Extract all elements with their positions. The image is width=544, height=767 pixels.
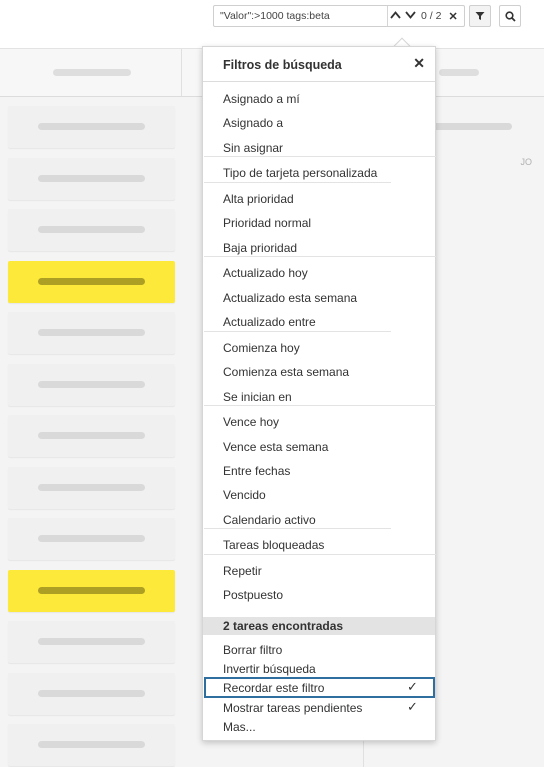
task-card[interactable] [8,724,175,766]
card-title-placeholder [38,586,145,594]
filter-action[interactable]: Mostrar tareas pendientes [223,701,362,715]
task-card[interactable] [8,209,175,251]
filter-action[interactable]: Invertir búsqueda [223,662,316,676]
card-title-placeholder [38,741,145,748]
search-bar: 0 / 2 ✕ [213,5,465,27]
filter-option[interactable]: Entre fechas [223,464,290,478]
filter-option[interactable]: Asignado a mí [223,92,300,106]
filter-option[interactable]: Baja prioridad [223,241,297,255]
filter-option[interactable]: Alta prioridad [223,192,294,206]
filter-option[interactable]: Tipo de tarjeta personalizada [223,166,377,180]
chevron-up-icon[interactable] [388,10,403,22]
filter-option[interactable]: Calendario activo [223,513,316,527]
column-title-placeholder [439,69,479,76]
task-card[interactable] [8,260,175,303]
task-card[interactable] [8,415,175,457]
filter-option[interactable]: Comienza esta semana [223,365,349,379]
filter-option[interactable]: Actualizado esta semana [223,291,357,305]
filter-option[interactable]: Actualizado hoy [223,266,308,280]
task-card[interactable] [8,312,175,354]
divider [204,181,391,183]
match-counter: 0 / 2 [421,10,442,22]
filter-option[interactable]: Postpuesto [223,588,283,602]
filter-option[interactable]: Asignado a [223,116,283,130]
filter-option[interactable]: Vence esta semana [223,440,328,454]
divider [204,256,436,258]
divider [204,156,436,158]
card-title-placeholder [38,689,145,697]
popup-title: Filtros de búsqueda [223,58,342,72]
card-title-placeholder [38,483,145,491]
card-title-placeholder [38,329,145,336]
card-title-placeholder [38,226,145,233]
results-count-bar: 2 tareas encontradas [203,617,435,635]
column-title-placeholder [53,69,131,76]
divider [204,330,391,332]
filter-option[interactable]: Comienza hoy [223,341,300,355]
task-card[interactable] [8,363,175,406]
card-title-placeholder [38,277,145,285]
checkmark-icon: ✓ [407,699,418,714]
filter-option[interactable]: Vencido [223,488,266,502]
card-title-placeholder [38,174,145,182]
close-icon[interactable]: ✕ [444,10,461,23]
close-icon[interactable]: ✕ [413,55,425,72]
task-card[interactable] [8,106,175,148]
filter-action[interactable]: Borrar filtro [223,643,282,657]
card-title-placeholder [38,380,145,388]
card-title-placeholder [38,432,145,439]
task-card[interactable] [8,672,175,715]
search-filters-popup: Filtros de búsqueda ✕ 2 tareas encontrad… [202,46,436,741]
search-input[interactable] [214,6,388,26]
divider [204,528,391,530]
task-card[interactable] [8,157,175,200]
funnel-icon [475,12,485,20]
task-card[interactable] [8,569,175,612]
filter-action[interactable]: Recordar este filtro [223,681,324,695]
card-title-placeholder [38,123,145,130]
chevron-down-icon[interactable] [403,10,418,22]
column-header[interactable] [0,49,182,97]
filter-option[interactable]: Se inician en [223,390,292,404]
divider [204,553,436,555]
checkmark-icon: ✓ [407,679,418,694]
task-card[interactable] [8,621,175,663]
task-card[interactable] [8,466,175,509]
filter-option[interactable]: Actualizado entre [223,315,316,329]
filter-option[interactable]: Sin asignar [223,141,283,155]
magnifier-icon [504,10,516,22]
avatar-initials: JO [520,157,532,167]
divider [204,405,436,406]
filter-option[interactable]: Prioridad normal [223,216,311,230]
filter-option[interactable]: Tareas bloqueadas [223,538,324,552]
filter-button[interactable] [469,5,491,27]
popup-header: Filtros de búsqueda ✕ [203,47,435,82]
filter-option[interactable]: Repetir [223,564,262,578]
results-count: 2 tareas encontradas [223,619,344,633]
search-button[interactable] [499,5,521,27]
card-title-placeholder [38,535,145,542]
filter-action[interactable]: Mas... [223,720,256,734]
column-cards [0,97,182,767]
task-card[interactable] [8,518,175,560]
filter-option[interactable]: Vence hoy [223,415,279,429]
card-title-placeholder [38,638,145,645]
